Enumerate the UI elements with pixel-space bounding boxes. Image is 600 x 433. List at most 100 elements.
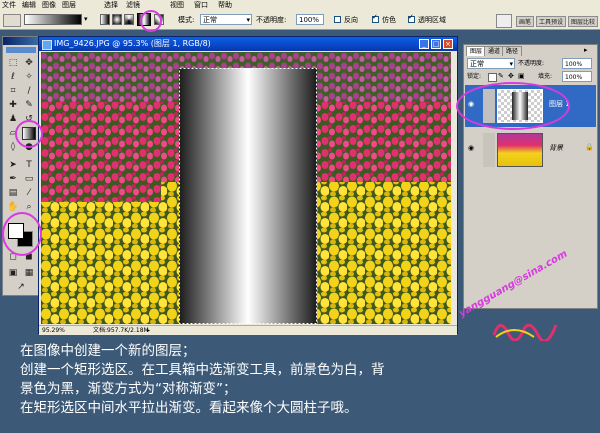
brush-link-icon[interactable] bbox=[483, 133, 495, 167]
layer-opacity-label: 不透明度: bbox=[518, 60, 545, 67]
menu-file[interactable]: 文件 bbox=[2, 0, 16, 11]
crop-tool-icon[interactable]: ⌗ bbox=[6, 85, 20, 98]
foreground-color-swatch[interactable] bbox=[8, 223, 24, 239]
opacity-label: 不透明度: bbox=[256, 16, 287, 24]
caption-line: 在矩形选区中间水平拉出渐变。看起来像个大圆柱子哦。 bbox=[20, 400, 358, 416]
eye-icon[interactable]: ◉ bbox=[468, 144, 478, 152]
status-arrow-icon[interactable]: ▸ bbox=[147, 326, 150, 335]
pen-tool-icon[interactable]: ✒ bbox=[6, 173, 20, 186]
background-thumbnail bbox=[497, 133, 543, 167]
blend-mode-value: 正常 bbox=[470, 60, 484, 68]
dither-label: 仿色 bbox=[382, 16, 396, 24]
document-title: IMG_9426.JPG @ 95.3% (图层 1, RGB/8) bbox=[54, 39, 211, 48]
reverse-checkbox[interactable] bbox=[334, 16, 341, 23]
document-size: 文档:957.7K/2.18M bbox=[93, 327, 149, 334]
slice-tool-icon[interactable]: ∕ bbox=[22, 85, 36, 98]
opacity-field[interactable]: 100% bbox=[296, 14, 324, 25]
check-icon: ✓ bbox=[372, 13, 378, 21]
notes-tool-icon[interactable]: ▤ bbox=[6, 187, 20, 200]
menu-select[interactable]: 选择 bbox=[104, 0, 118, 11]
healing-brush-tool-icon[interactable]: ✚ bbox=[6, 99, 20, 112]
maximize-button[interactable]: □ bbox=[431, 39, 441, 49]
blend-mode-select[interactable]: 正常 ▾ bbox=[467, 58, 515, 69]
jump-to-imageready-icon[interactable]: ↗ bbox=[14, 281, 28, 294]
tab-layer-comps[interactable]: 图层比较 bbox=[568, 16, 599, 27]
tool-preset-button[interactable] bbox=[3, 14, 21, 27]
lasso-tool-icon[interactable]: ℓ bbox=[6, 71, 20, 84]
highlight-reflected-gradient bbox=[140, 10, 162, 32]
layer-opacity-field[interactable]: 100% bbox=[562, 58, 592, 69]
highlight-gradient-tool bbox=[15, 120, 43, 148]
tab-paths[interactable]: 路径 bbox=[502, 46, 523, 56]
tulip-photo bbox=[41, 52, 455, 324]
document-titlebar: IMG_9426.JPG @ 95.3% (图层 1, RGB/8) _ □ × bbox=[39, 37, 457, 51]
zoom-level[interactable]: 95.29% bbox=[42, 326, 65, 335]
caption: 在图像中创建一个新的图层； 创建一个矩形选区。在工具箱中选渐变工具，前景色为白，… bbox=[20, 342, 580, 418]
transparency-label: 透明区域 bbox=[418, 16, 446, 24]
palette-dock: 画笔 工具预设 图层比较 bbox=[460, 11, 600, 29]
type-tool-icon[interactable]: T bbox=[22, 159, 36, 172]
document-icon bbox=[42, 40, 52, 50]
document-window: IMG_9426.JPG @ 95.3% (图层 1, RGB/8) _ □ × bbox=[38, 36, 458, 335]
marquee-tool-icon[interactable]: ⬚ bbox=[6, 57, 20, 70]
angle-gradient-button[interactable] bbox=[124, 14, 134, 25]
close-button[interactable]: × bbox=[443, 39, 453, 49]
check-icon: ✓ bbox=[408, 13, 414, 21]
mode-value: 正常 bbox=[203, 16, 217, 24]
document-status-bar: 95.29% 文档:957.7K/2.18M ▸ bbox=[39, 325, 457, 335]
path-selection-tool-icon[interactable]: ➤ bbox=[6, 159, 20, 172]
lock-move-icon[interactable]: ✥ bbox=[508, 73, 515, 80]
lock-label: 锁定: bbox=[467, 73, 482, 80]
lock-all-icon[interactable]: ▣ bbox=[518, 73, 525, 80]
tab-brushes[interactable]: 画笔 bbox=[516, 16, 535, 27]
lock-transparency-icon[interactable] bbox=[488, 73, 497, 82]
lock-brush-icon[interactable]: ✎ bbox=[498, 73, 505, 80]
brush-tool-icon[interactable]: ✎ bbox=[22, 99, 36, 112]
caption-line: 在图像中创建一个新的图层； bbox=[20, 343, 196, 359]
signature-logo bbox=[490, 315, 560, 343]
gradient-dropdown-icon[interactable]: ▾ bbox=[84, 14, 92, 25]
caption-line: 景色为黑，渐变方式为“对称渐变”； bbox=[20, 381, 237, 397]
highlight-layer1 bbox=[456, 82, 570, 130]
mode-label: 模式: bbox=[178, 16, 195, 24]
fill-field[interactable]: 100% bbox=[562, 71, 592, 82]
minimize-button[interactable]: _ bbox=[419, 39, 429, 49]
background-layer-name[interactable]: 背景 bbox=[549, 143, 563, 153]
tab-channels[interactable]: 通道 bbox=[484, 46, 505, 56]
radial-gradient-button[interactable] bbox=[112, 14, 122, 25]
fullscreen-mode-icon[interactable]: ▦ bbox=[22, 267, 36, 280]
mode-select[interactable]: 正常 ▾ bbox=[200, 14, 252, 25]
menu-filter[interactable]: 滤镜 bbox=[126, 0, 140, 11]
magic-wand-tool-icon[interactable]: ✧ bbox=[22, 71, 36, 84]
menu-view[interactable]: 视图 bbox=[170, 0, 184, 11]
chevron-down-icon: ▾ bbox=[246, 16, 250, 24]
caption-line: 创建一个矩形选区。在工具箱中选渐变工具，前景色为白，背 bbox=[20, 362, 385, 378]
shape-tool-icon[interactable]: ▭ bbox=[22, 173, 36, 186]
file-browser-icon[interactable] bbox=[496, 14, 512, 28]
screen-mode-icon[interactable]: ▣ bbox=[6, 267, 20, 280]
layer-row-background[interactable]: ◉ 背景 🔒 bbox=[465, 129, 596, 171]
linear-gradient-button[interactable] bbox=[100, 14, 110, 25]
tab-layers[interactable]: 图层 bbox=[466, 46, 487, 56]
gradient-picker[interactable] bbox=[24, 14, 82, 25]
fill-label: 填充: bbox=[538, 73, 553, 80]
dither-checkbox[interactable]: ✓ bbox=[372, 13, 379, 23]
tab-tool-presets[interactable]: 工具预设 bbox=[536, 16, 567, 27]
move-tool-icon[interactable]: ✥ bbox=[22, 57, 36, 70]
panel-menu-icon[interactable]: ▸ bbox=[584, 46, 594, 55]
menu-window[interactable]: 窗口 bbox=[194, 0, 208, 11]
image-canvas[interactable] bbox=[41, 52, 455, 324]
toolbox-titlebar bbox=[3, 37, 39, 45]
gradient-cylinder bbox=[179, 68, 317, 324]
chevron-down-icon: ▾ bbox=[509, 60, 513, 68]
lock-icon: 🔒 bbox=[585, 143, 594, 151]
menu-edit[interactable]: 编辑 bbox=[22, 0, 36, 11]
menu-image[interactable]: 图像 bbox=[42, 0, 56, 11]
menu-layer[interactable]: 图层 bbox=[62, 0, 76, 11]
toolbox: ⬚ ✥ ℓ ✧ ⌗ ∕ ✚ ✎ ♟ ↺ ▱ ◊ ● ➤ T ✒ ▭ ▤ ⁄ ✋ … bbox=[2, 36, 40, 296]
menu-help[interactable]: 帮助 bbox=[218, 0, 232, 11]
vertical-scrollbar[interactable] bbox=[451, 52, 457, 324]
transparency-checkbox[interactable]: ✓ bbox=[408, 13, 415, 23]
reverse-label: 反向 bbox=[344, 16, 358, 24]
eyedropper-tool-icon[interactable]: ⁄ bbox=[22, 187, 36, 200]
